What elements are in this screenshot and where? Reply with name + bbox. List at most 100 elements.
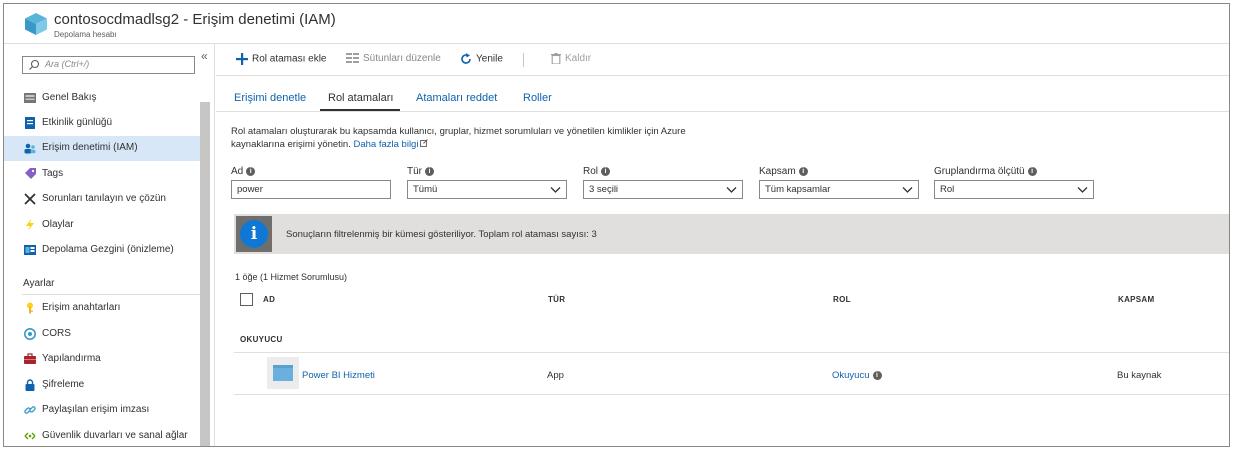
resource-type-label: Depolama hesabı bbox=[54, 30, 117, 39]
command-bar: Rol ataması ekle Sütunları düzenle Yenil… bbox=[216, 44, 1229, 76]
sidebar-item-encryption[interactable]: Şifreleme bbox=[4, 373, 200, 398]
row-divider bbox=[234, 394, 1229, 395]
row-role-link[interactable]: Okuyucu i bbox=[832, 370, 882, 381]
sidebar-item-label: Tags bbox=[42, 168, 64, 179]
configuration-icon bbox=[24, 353, 36, 364]
chevron-down-icon bbox=[1077, 187, 1088, 193]
sidebar-item-firewalls[interactable]: Güvenlik duvarları ve sanal ağlar bbox=[4, 424, 200, 446]
sidebar-item-iam[interactable]: Erişim denetimi (IAM) bbox=[4, 136, 200, 161]
filter-groupby-label: Gruplandırma ölçütü i bbox=[934, 166, 1037, 177]
storage-cube-icon bbox=[25, 13, 47, 35]
sidebar-item-cors[interactable]: CORS bbox=[4, 322, 200, 347]
sidebar-item-label: Etkinlik günlüğü bbox=[42, 117, 113, 128]
columns-icon bbox=[346, 53, 359, 64]
column-header-scope[interactable]: KAPSAM bbox=[1118, 295, 1154, 304]
info-icon[interactable]: i bbox=[601, 166, 611, 176]
edit-columns-label: Sütunları düzenle bbox=[363, 53, 441, 64]
page-title: contosocdmadlsg2 - Erişim denetimi (IAM) bbox=[54, 11, 336, 28]
sidebar-item-label: Paylaşılan erişim imzası bbox=[42, 404, 150, 415]
sidebar-item-configuration[interactable]: Yapılandırma bbox=[4, 347, 200, 372]
info-icon[interactable]: i bbox=[872, 370, 882, 380]
sidebar-item-access-keys[interactable]: Erişim anahtarları bbox=[4, 296, 200, 321]
sidebar-item-sas[interactable]: Paylaşılan erişim imzası bbox=[4, 398, 200, 423]
sidebar-item-label: Erişim denetimi (IAM) bbox=[42, 142, 138, 153]
sidebar-search-input[interactable]: Ara (Ctrl+/) bbox=[22, 56, 195, 74]
link-icon bbox=[24, 406, 36, 414]
column-header-name[interactable]: AD bbox=[263, 295, 275, 304]
sidebar-item-diagnose[interactable]: Sorunları tanılayın ve çözün bbox=[4, 187, 200, 212]
remove-label: Kaldır bbox=[565, 53, 592, 65]
search-placeholder: Ara (Ctrl+/) bbox=[45, 59, 90, 69]
sidebar-item-label: Olaylar bbox=[42, 219, 74, 230]
sidebar-scrollbar[interactable] bbox=[200, 102, 210, 446]
row-scope: Bu kaynak bbox=[1117, 370, 1162, 381]
external-link-icon bbox=[420, 139, 429, 147]
info-icon: i bbox=[236, 216, 272, 252]
lock-icon bbox=[25, 379, 35, 391]
description: Rol atamaları oluşturarak bu kapsamda ku… bbox=[231, 125, 711, 151]
page-header: contosocdmadlsg2 - Erişim denetimi (IAM)… bbox=[4, 4, 1229, 44]
wrench-icon bbox=[24, 193, 36, 205]
edit-columns-button[interactable]: Sütunları düzenle bbox=[346, 53, 441, 64]
tag-icon bbox=[25, 168, 36, 179]
sidebar-item-events[interactable]: Olaylar bbox=[4, 213, 200, 238]
section-divider bbox=[22, 294, 200, 295]
name-filter-input[interactable]: power bbox=[231, 180, 391, 199]
column-header-type[interactable]: TÜR bbox=[548, 295, 565, 304]
sidebar-item-overview[interactable]: Genel Bakış bbox=[4, 86, 200, 111]
sidebar-item-label: Depolama Gezgini (önizleme) bbox=[42, 244, 174, 255]
trash-icon bbox=[551, 53, 561, 64]
refresh-label: Yenile bbox=[476, 53, 503, 65]
refresh-icon bbox=[461, 53, 471, 64]
row-type: App bbox=[547, 370, 564, 381]
sidebar-item-tags[interactable]: Tags bbox=[4, 162, 200, 187]
learn-more-link[interactable]: Daha fazla bilgi bbox=[354, 139, 419, 150]
column-header-role[interactable]: ROL bbox=[833, 295, 851, 304]
iam-icon bbox=[24, 143, 36, 154]
refresh-button[interactable]: Yenile bbox=[460, 53, 503, 65]
tab-role-assignments[interactable]: Rol atamaları bbox=[328, 92, 393, 104]
description-line-2: kaynaklarına erişimi yönetin. Daha fazla… bbox=[231, 138, 711, 151]
sidebar-item-label: Güvenlik duvarları ve sanal ağlar bbox=[42, 430, 188, 441]
plus-icon bbox=[236, 53, 248, 65]
chevron-down-icon bbox=[902, 187, 913, 193]
sidebar-item-label: Genel Bakış bbox=[42, 92, 97, 103]
group-by-dropdown[interactable]: Rol bbox=[934, 180, 1094, 199]
filter-role-label: Rol i bbox=[583, 166, 611, 177]
collapse-sidebar-button[interactable]: « bbox=[201, 49, 208, 63]
remove-button[interactable]: Kaldır bbox=[551, 53, 591, 64]
sidebar-item-activity-log[interactable]: Etkinlik günlüğü bbox=[4, 111, 200, 136]
cors-icon bbox=[24, 328, 36, 340]
result-count: 1 öğe (1 Hizmet Sorumlusu) bbox=[235, 272, 348, 282]
overview-icon bbox=[24, 93, 36, 103]
sidebar-item-label: Şifreleme bbox=[42, 379, 85, 390]
info-icon[interactable]: i bbox=[798, 166, 808, 176]
info-icon[interactable]: i bbox=[1027, 166, 1037, 176]
row-divider bbox=[234, 352, 1229, 353]
filter-type-label: Tür i bbox=[407, 166, 434, 177]
role-filter-dropdown[interactable]: 3 seçili bbox=[583, 180, 743, 199]
sidebar-section-settings: Ayarlar bbox=[23, 278, 55, 289]
tab-deny-assignments[interactable]: Atamaları reddet bbox=[416, 92, 497, 104]
add-role-assignment-label: Rol ataması ekle bbox=[252, 53, 327, 65]
activity-log-icon bbox=[25, 117, 35, 129]
key-icon bbox=[27, 302, 33, 314]
sidebar-item-label: CORS bbox=[42, 328, 71, 339]
app-icon bbox=[267, 357, 299, 389]
sidebar-item-storage-explorer[interactable]: Depolama Gezgini (önizleme) bbox=[4, 238, 200, 263]
info-icon[interactable]: i bbox=[425, 166, 434, 176]
tab-check-access[interactable]: Erişimi denetle bbox=[234, 92, 306, 104]
lightning-icon bbox=[26, 219, 34, 231]
tab-roles[interactable]: Roller bbox=[523, 92, 552, 104]
scope-filter-dropdown[interactable]: Tüm kapsamlar bbox=[759, 180, 919, 199]
storage-explorer-icon bbox=[24, 245, 36, 255]
select-all-checkbox[interactable] bbox=[240, 293, 253, 306]
group-header-reader: OKUYUCU bbox=[240, 335, 283, 344]
type-filter-dropdown[interactable]: Tümü bbox=[407, 180, 567, 199]
row-name-link[interactable]: Power BI Hizmeti bbox=[302, 370, 375, 381]
info-icon[interactable]: i bbox=[246, 166, 256, 176]
chevron-down-icon bbox=[726, 187, 737, 193]
add-role-assignment-button[interactable]: Rol ataması ekle bbox=[236, 53, 326, 65]
chevron-down-icon bbox=[550, 187, 561, 193]
banner-text: Sonuçların filtrelenmiş bir kümesi göste… bbox=[286, 229, 597, 240]
